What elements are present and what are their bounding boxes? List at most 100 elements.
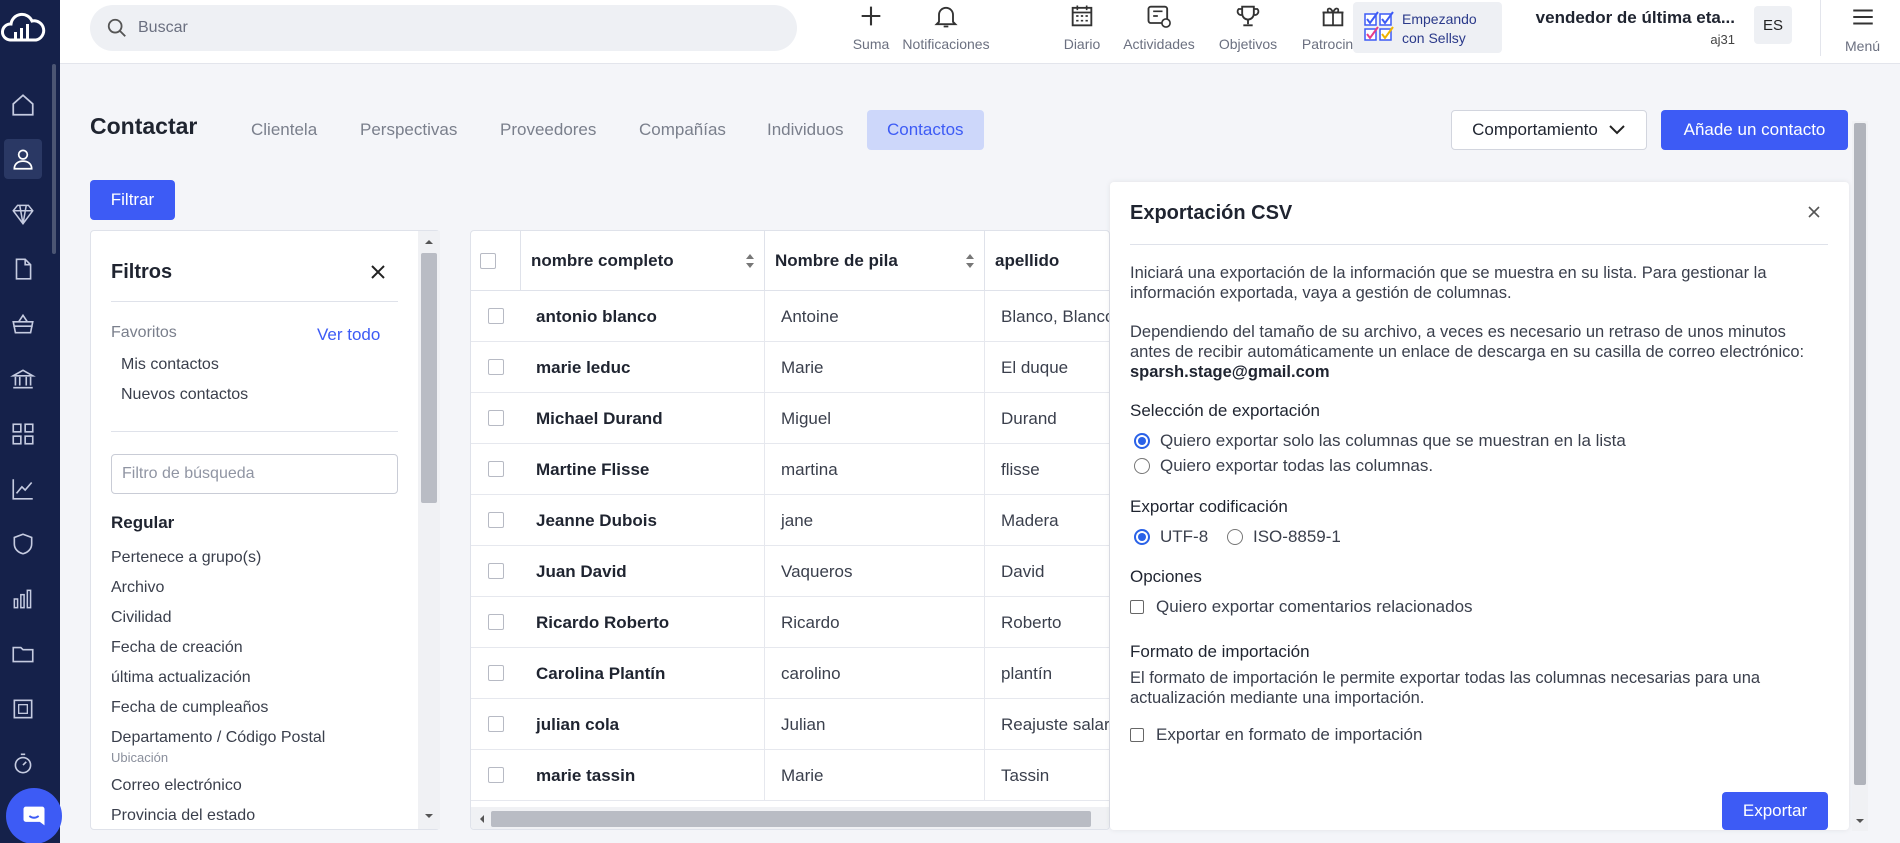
row-checkbox[interactable]	[488, 308, 504, 324]
row-checkbox[interactable]	[488, 665, 504, 681]
row-checkbox[interactable]	[488, 716, 504, 732]
sort-icon[interactable]	[744, 252, 756, 270]
folder-icon[interactable]	[4, 634, 42, 674]
close-icon[interactable]	[369, 263, 387, 281]
toolbar-goals[interactable]: Objetivos	[1208, 0, 1288, 60]
filter-item[interactable]: Correo electrónico	[111, 777, 242, 795]
chat-button[interactable]	[6, 788, 62, 843]
row-checkbox[interactable]	[488, 767, 504, 783]
filter-item[interactable]: Fecha de creación	[111, 639, 243, 657]
table-row[interactable]: Ricardo Roberto Ricardo Roberto	[471, 597, 1109, 648]
bank-icon[interactable]	[4, 359, 42, 399]
tab-companias[interactable]: Compañías	[619, 110, 746, 150]
toolbar-notifications[interactable]: Notificaciones	[886, 0, 1006, 60]
filter-item-new-contacts[interactable]: Nuevos contactos	[121, 386, 248, 404]
filter-item-my-contacts[interactable]: Mis contactos	[121, 356, 219, 374]
radio-all-columns[interactable]: Quiero exportar todas las columnas.	[1134, 456, 1433, 476]
grid-icon[interactable]	[4, 414, 42, 454]
filter-item[interactable]: Provincia del estado	[111, 807, 255, 825]
stamp-icon[interactable]	[4, 689, 42, 729]
arrow-up-icon[interactable]	[418, 235, 440, 249]
tab-contactos[interactable]: Contactos	[867, 110, 984, 150]
cell-full-name[interactable]: Ricardo Roberto	[521, 597, 765, 648]
see-all-link[interactable]: Ver todo	[317, 325, 380, 345]
cell-full-name[interactable]: Michael Durand	[521, 393, 765, 444]
document-icon[interactable]	[4, 249, 42, 289]
diamond-icon[interactable]	[4, 194, 42, 234]
cell-full-name[interactable]: Juan David	[521, 546, 765, 597]
arrow-left-icon[interactable]	[475, 807, 489, 830]
cell-full-name[interactable]: julian cola	[521, 699, 765, 750]
row-checkbox[interactable]	[488, 359, 504, 375]
toolbar-diary[interactable]: Diario	[1042, 0, 1122, 60]
cell-full-name[interactable]: Jeanne Dubois	[521, 495, 765, 546]
menu-button[interactable]: Menú	[1845, 0, 1880, 54]
filter-item[interactable]: Fecha de cumpleaños	[111, 699, 268, 717]
radio-unselected[interactable]	[1134, 458, 1150, 474]
arrow-down-icon[interactable]	[418, 809, 440, 823]
column-header-first-name[interactable]: Nombre de pila	[765, 231, 985, 291]
scroll-thumb[interactable]	[491, 811, 1091, 827]
filter-item[interactable]: Pertenece a grupo(s)	[111, 549, 261, 567]
toolbar-activities[interactable]: Actividades	[1114, 0, 1204, 60]
scroll-thumb[interactable]	[421, 253, 437, 503]
rail-scrollbar[interactable]	[52, 64, 56, 254]
contacts-icon[interactable]	[4, 139, 42, 179]
close-icon[interactable]	[1806, 204, 1822, 220]
filter-item[interactable]: Civilidad	[111, 609, 171, 627]
cell-full-name[interactable]: Martine Flisse	[521, 444, 765, 495]
radio-visible-columns[interactable]: Quiero exportar solo las columnas que se…	[1134, 431, 1626, 451]
tab-perspectivas[interactable]: Perspectivas	[340, 110, 477, 150]
filter-search-input[interactable]	[111, 454, 398, 494]
checkbox[interactable]	[1130, 600, 1144, 614]
getting-started-card[interactable]: Empezando con Sellsy	[1353, 2, 1502, 53]
row-checkbox[interactable]	[488, 461, 504, 477]
row-checkbox[interactable]	[488, 410, 504, 426]
filter-item[interactable]: Departamento / Código Postal	[111, 729, 325, 747]
checkbox[interactable]	[1130, 728, 1144, 742]
table-row[interactable]: Martine Flisse martina flisse	[471, 444, 1109, 495]
cell-full-name[interactable]: antonio blanco	[521, 291, 765, 342]
export-button[interactable]: Exportar	[1722, 792, 1828, 830]
radio-iso[interactable]: ISO-8859-1	[1227, 527, 1341, 547]
radio-selected[interactable]	[1134, 433, 1150, 449]
account-info[interactable]: vendedor de última eta... aj31	[1530, 8, 1735, 47]
sort-icon[interactable]	[964, 252, 976, 270]
chart-line-icon[interactable]	[4, 469, 42, 509]
arrow-down-icon[interactable]	[1852, 814, 1868, 828]
table-row[interactable]: marie tassin Marie Tassin	[471, 750, 1109, 801]
filter-button[interactable]: Filtrar	[90, 180, 175, 220]
checkbox-export-comments[interactable]: Quiero exportar comentarios relacionados	[1130, 597, 1473, 617]
table-horizontal-scrollbar[interactable]	[471, 807, 1109, 830]
stopwatch-icon[interactable]	[4, 744, 42, 784]
radio-unselected[interactable]	[1227, 529, 1243, 545]
table-row[interactable]: Carolina Plantín carolino plantín	[471, 648, 1109, 699]
column-header-last-name[interactable]: apellido	[985, 231, 1109, 291]
tab-individuos[interactable]: Individuos	[747, 110, 864, 150]
row-checkbox[interactable]	[488, 563, 504, 579]
bar-chart-icon[interactable]	[4, 579, 42, 619]
radio-utf8[interactable]: UTF-8	[1134, 527, 1208, 547]
row-checkbox[interactable]	[488, 512, 504, 528]
row-checkbox[interactable]	[488, 614, 504, 630]
table-row[interactable]: julian colaJulian Reajuste salarial	[471, 699, 1109, 750]
cell-full-name[interactable]: Carolina Plantín	[521, 648, 765, 699]
filters-scrollbar[interactable]	[418, 231, 440, 829]
cloud-logo-icon[interactable]	[0, 6, 46, 52]
filter-item[interactable]: última actualización	[111, 669, 251, 687]
radio-selected[interactable]	[1134, 529, 1150, 545]
page-scrollbar[interactable]	[1852, 121, 1868, 831]
home-icon[interactable]	[4, 85, 42, 125]
behavior-dropdown[interactable]: Comportamiento	[1451, 110, 1647, 150]
shield-icon[interactable]	[4, 524, 42, 564]
cell-full-name[interactable]: marie tassin	[521, 750, 765, 801]
select-all-checkbox[interactable]	[480, 252, 496, 269]
table-row[interactable]: Michael Durand Miguel Durand	[471, 393, 1109, 444]
column-header-full-name[interactable]: nombre completo	[521, 231, 765, 291]
table-row[interactable]: antonio blanco Antoine Blanco, Blanco	[471, 291, 1109, 342]
filter-item[interactable]: Archivo	[111, 579, 164, 597]
add-contact-button[interactable]: Añade un contacto	[1661, 110, 1848, 150]
language-button[interactable]: ES	[1754, 6, 1792, 44]
global-search[interactable]	[90, 5, 797, 51]
scroll-thumb[interactable]	[1854, 123, 1866, 785]
